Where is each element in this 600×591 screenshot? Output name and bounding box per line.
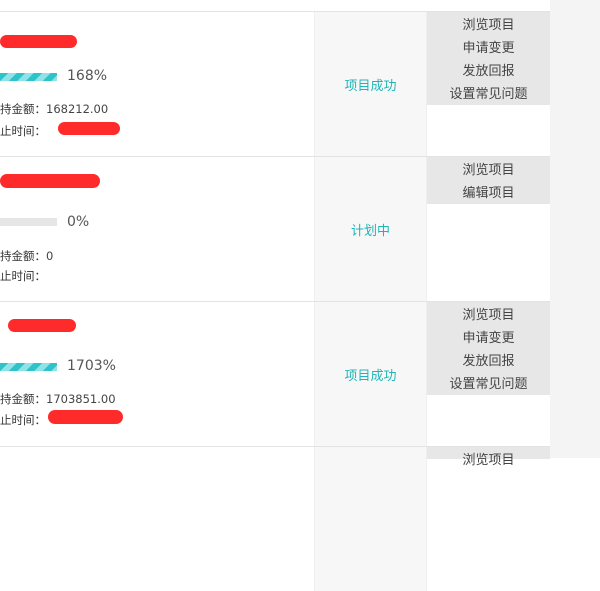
support-amount-label: 持金额：	[0, 392, 46, 406]
redacted-project-title	[0, 35, 77, 48]
support-amount-value: 1703851.00	[46, 392, 116, 406]
actions-panel: 浏览项目 申请变更 发放回报 设置常见问题	[427, 302, 550, 446]
progress-bar	[0, 363, 57, 371]
redacted-project-title	[8, 319, 76, 332]
edit-project-link[interactable]: 编辑项目	[427, 182, 550, 205]
faq-settings-link[interactable]: 设置常见问题	[427, 83, 550, 106]
support-amount: 持金额：0	[0, 248, 53, 264]
support-amount-label: 持金额：	[0, 102, 46, 116]
deadline: 止时间：	[0, 268, 46, 284]
redacted-deadline	[48, 410, 123, 424]
browse-project-link[interactable]: 浏览项目	[427, 159, 550, 182]
project-row: 浏览项目	[0, 446, 550, 591]
deadline-label: 止时间：	[0, 413, 46, 427]
request-change-link[interactable]: 申请变更	[427, 327, 550, 350]
redacted-project-title	[0, 174, 100, 188]
distribute-reward-link[interactable]: 发放回报	[427, 60, 550, 83]
right-gutter	[550, 0, 600, 458]
project-row: 0% 持金额：0 止时间： 计划中 浏览项目 编辑项目	[0, 156, 550, 301]
deadline-label: 止时间：	[0, 124, 46, 138]
project-list: 168% 持金额：168212.00 止时间： 项目成功 浏览项目 申请变更 发…	[0, 0, 550, 591]
browse-project-link[interactable]: 浏览项目	[427, 449, 550, 472]
progress-bar	[0, 218, 57, 226]
status-cell	[314, 447, 427, 591]
support-amount-value: 0	[46, 249, 54, 263]
project-info	[0, 447, 314, 591]
redacted-deadline	[58, 122, 120, 135]
project-row: 168% 持金额：168212.00 止时间： 项目成功 浏览项目 申请变更 发…	[0, 11, 550, 156]
deadline-label: 止时间：	[0, 269, 46, 283]
status-label: 项目成功	[314, 302, 427, 446]
progress-bar	[0, 73, 57, 81]
support-amount: 持金额：168212.00	[0, 101, 108, 117]
faq-settings-link[interactable]: 设置常见问题	[427, 373, 550, 396]
support-amount: 持金额：1703851.00	[0, 391, 116, 407]
browse-project-link[interactable]: 浏览项目	[427, 304, 550, 327]
progress-percent: 1703%	[67, 358, 116, 374]
project-info: 168% 持金额：168212.00 止时间：	[0, 12, 314, 156]
distribute-reward-link[interactable]: 发放回报	[427, 350, 550, 373]
request-change-link[interactable]: 申请变更	[427, 37, 550, 60]
project-info: 1703% 持金额：1703851.00 止时间：	[0, 302, 314, 446]
actions-panel: 浏览项目	[427, 447, 550, 591]
browse-project-link[interactable]: 浏览项目	[427, 14, 550, 37]
progress-percent: 168%	[67, 68, 108, 84]
actions-panel: 浏览项目 编辑项目	[427, 157, 550, 301]
support-amount-label: 持金额：	[0, 249, 46, 263]
project-info: 0% 持金额：0 止时间：	[0, 157, 314, 301]
support-amount-value: 168212.00	[46, 102, 109, 116]
actions-panel: 浏览项目 申请变更 发放回报 设置常见问题	[427, 12, 550, 156]
deadline: 止时间：	[0, 412, 46, 428]
project-row: 1703% 持金额：1703851.00 止时间： 项目成功 浏览项目 申请变更…	[0, 301, 550, 446]
status-label: 项目成功	[314, 12, 427, 156]
deadline: 止时间：	[0, 123, 46, 139]
status-label: 计划中	[314, 157, 427, 301]
progress-percent: 0%	[67, 214, 90, 230]
